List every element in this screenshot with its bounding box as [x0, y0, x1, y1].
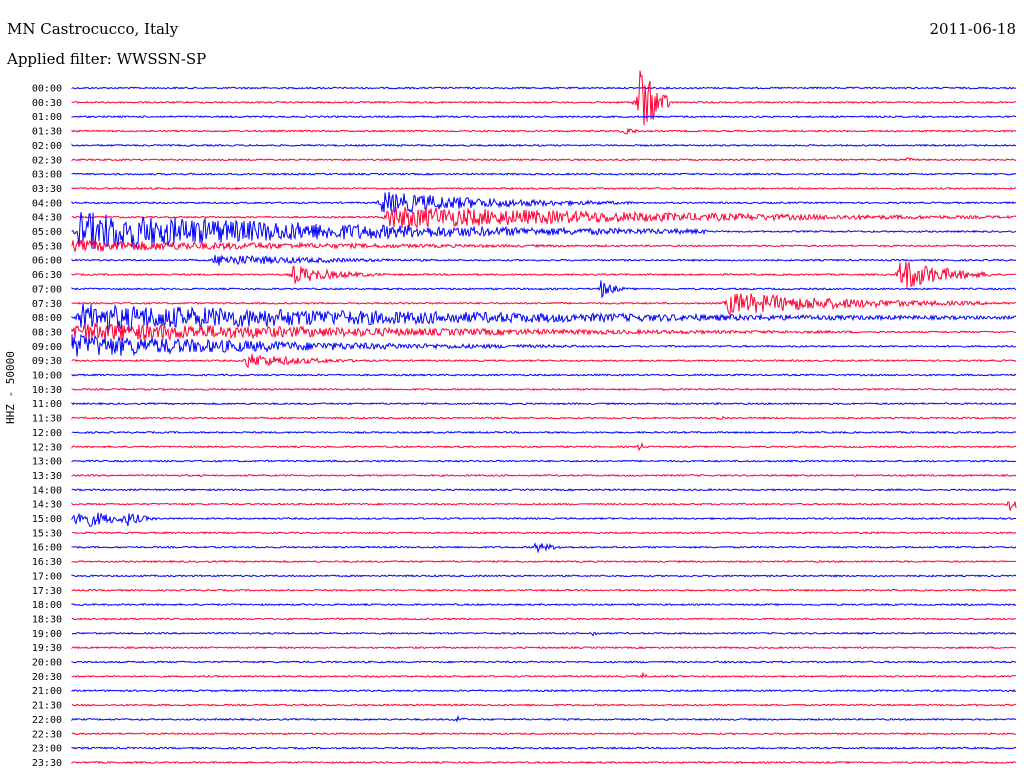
row-time-label: 23:30 [32, 758, 62, 769]
trace-line [71, 617, 1017, 621]
trace-line [71, 714, 1017, 723]
trace-line [71, 646, 1017, 650]
row-time-label: 23:00 [32, 744, 62, 755]
row-time-label: 10:30 [32, 385, 62, 396]
row-time-label: 05:00 [32, 227, 62, 238]
trace-line [71, 186, 1017, 191]
row-time-label: 08:30 [32, 327, 62, 338]
trace-line [71, 602, 1017, 607]
trace-line [71, 488, 1017, 492]
row-time-label: 02:30 [32, 155, 62, 166]
row-time-label: 04:00 [32, 198, 62, 209]
row-time-label: 01:00 [32, 112, 62, 123]
trace-line [71, 512, 1017, 528]
row-time-label: 17:00 [32, 571, 62, 582]
trace-line [71, 500, 1017, 511]
trace-line [71, 127, 1017, 135]
trace-line [71, 86, 1017, 90]
row-time-label: 18:30 [32, 614, 62, 625]
trace-line [71, 115, 1017, 119]
row-time-label: 07:30 [32, 299, 62, 310]
row-time-label: 17:30 [32, 586, 62, 597]
trace-line [71, 588, 1017, 592]
row-time-label: 21:00 [32, 686, 62, 697]
row-time-label: 19:00 [32, 629, 62, 640]
row-time-label: 18:00 [32, 600, 62, 611]
row-time-label: 15:00 [32, 514, 62, 525]
trace-line [71, 689, 1017, 693]
row-time-label: 12:30 [32, 442, 62, 453]
row-time-label: 07:00 [32, 284, 62, 295]
row-time-label: 15:30 [32, 528, 62, 539]
trace-line [71, 441, 1017, 452]
trace-line [71, 280, 1017, 299]
trace-line [71, 430, 1017, 435]
trace-line [71, 261, 1017, 288]
row-time-label: 03:30 [32, 184, 62, 195]
trace-line [71, 322, 1017, 342]
trace-line [71, 660, 1017, 664]
trace-line [71, 459, 1017, 463]
row-time-label: 00:00 [32, 84, 62, 95]
trace-line [71, 415, 1017, 420]
trace-line [71, 671, 1017, 680]
row-time-label: 09:00 [32, 342, 62, 353]
row-time-label: 13:00 [32, 457, 62, 468]
row-time-label: 05:30 [32, 241, 62, 252]
trace-line [71, 746, 1017, 750]
trace-line [71, 143, 1017, 148]
row-time-label: 08:00 [32, 313, 62, 324]
trace-line [71, 559, 1017, 564]
row-time-label: 04:30 [32, 213, 62, 224]
row-time-label: 02:00 [32, 141, 62, 152]
trace-line [71, 542, 1017, 554]
row-time-label: 13:30 [32, 471, 62, 482]
trace-line [71, 172, 1017, 176]
trace-line [71, 387, 1017, 391]
trace-line [71, 239, 1017, 252]
row-time-label: 01:30 [32, 127, 62, 138]
trace-line [71, 157, 1017, 162]
trace-line [71, 401, 1017, 406]
row-time-label: 21:30 [32, 701, 62, 712]
trace-line [71, 531, 1017, 535]
seismogram-plot: 00:00 00:30 01:00 01:30 02:00 02:30 03:00 03:30… [32, 70, 1017, 769]
row-time-label: 20:00 [32, 658, 62, 669]
trace-line [71, 732, 1017, 736]
row-time-label: 00:30 [32, 98, 62, 109]
trace-line [71, 191, 1017, 214]
trace-line [71, 631, 1017, 637]
row-time-label: 16:00 [32, 543, 62, 554]
row-time-label: 03:00 [32, 170, 62, 181]
row-time-label: 22:00 [32, 715, 62, 726]
trace-line [71, 254, 1017, 266]
row-time-label: 14:00 [32, 485, 62, 496]
trace-line [71, 353, 1017, 369]
row-time-label: 09:30 [32, 356, 62, 367]
row-time-label: 19:30 [32, 643, 62, 654]
row-time-label: 16:30 [32, 557, 62, 568]
trace-line [71, 303, 1017, 332]
row-time-label: 11:00 [32, 399, 62, 410]
trace-line [71, 473, 1017, 478]
row-time-label: 22:30 [32, 729, 62, 740]
row-time-label: 14:30 [32, 500, 62, 511]
row-time-label: 06:30 [32, 270, 62, 281]
trace-line [71, 760, 1017, 765]
row-time-label: 12:00 [32, 428, 62, 439]
row-time-label: 11:30 [32, 414, 62, 425]
row-time-label: 10:00 [32, 371, 62, 382]
trace-line [71, 373, 1017, 377]
row-time-label: 20:30 [32, 672, 62, 683]
trace-line [71, 574, 1017, 578]
trace-line [71, 703, 1017, 707]
row-time-label: 06:00 [32, 256, 62, 267]
